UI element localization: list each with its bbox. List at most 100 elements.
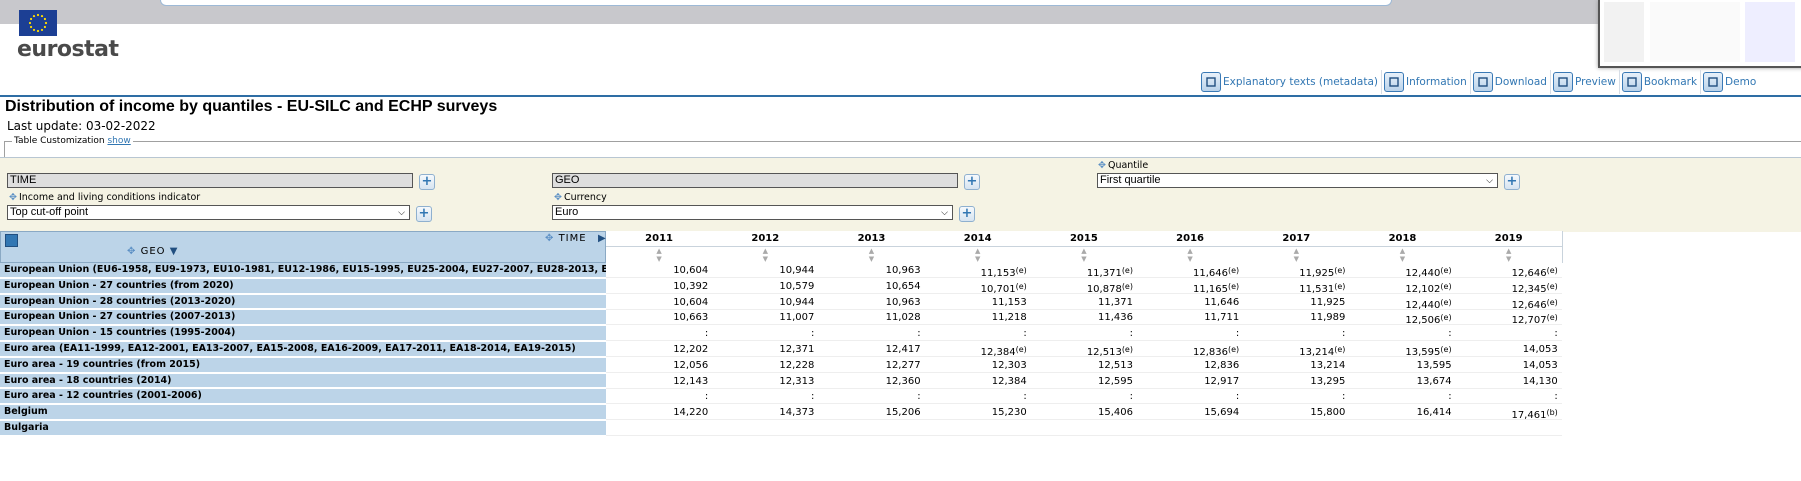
sort-arrows-icon[interactable]: ▲ ▼ <box>1349 247 1457 263</box>
cell-value: 13,214 <box>1299 347 1335 358</box>
move-icon[interactable]: ✥ <box>554 192 562 203</box>
sort-down-icon[interactable]: ▼ <box>170 246 179 257</box>
cell-value: 13,595 <box>1416 359 1452 371</box>
move-icon[interactable]: ✥ <box>9 192 17 203</box>
table-cell: 12,303 <box>924 358 1031 373</box>
sort-arrows-icon[interactable]: ▲ ▼ <box>1455 247 1563 263</box>
flag-note[interactable]: (e) <box>1547 313 1558 322</box>
flag-note[interactable]: (e) <box>1016 345 1027 354</box>
table-customization-legend: Table Customization show <box>12 136 133 146</box>
flag-note[interactable]: (e) <box>1016 282 1027 291</box>
show-customization-link[interactable]: show <box>107 136 130 146</box>
year-header[interactable]: 2019 <box>1455 231 1563 247</box>
flag-note[interactable]: (e) <box>1547 298 1558 307</box>
add-indicator-button[interactable]: + <box>416 206 432 222</box>
quantile-select[interactable]: First quartile ⌵ <box>1097 173 1498 188</box>
cell-value: 10,701 <box>980 283 1016 295</box>
cell-value: 10,944 <box>779 265 815 276</box>
cell-value: : <box>811 328 815 340</box>
bookmark-button[interactable]: Bookmark <box>1618 70 1700 94</box>
header-divider <box>0 95 1801 97</box>
flag-note[interactable]: (e) <box>1228 345 1239 354</box>
year-header[interactable]: 2014 <box>924 231 1032 247</box>
cell-value: 13,674 <box>1416 375 1452 387</box>
information-button[interactable]: Information <box>1380 70 1470 94</box>
table-cell: 15,406 <box>1030 405 1137 421</box>
year-header[interactable]: 2011 <box>606 231 714 247</box>
sort-arrows-icon[interactable]: ▲ ▼ <box>1030 247 1138 263</box>
flag-note[interactable]: (e) <box>1228 282 1239 291</box>
time-dimension-field[interactable]: TIME <box>7 173 413 188</box>
add-quantile-button[interactable]: + <box>1504 174 1520 190</box>
flag-note[interactable]: (e) <box>1547 282 1558 291</box>
flag-note[interactable]: (e) <box>1440 282 1451 291</box>
sort-arrows-icon[interactable]: ▲ ▼ <box>818 247 926 263</box>
year-header[interactable]: 2013 <box>818 231 926 247</box>
cell-value: 10,604 <box>673 265 709 276</box>
year-header[interactable]: 2015 <box>1030 231 1138 247</box>
table-cell: 11,153 <box>924 295 1031 310</box>
add-geo-button[interactable]: + <box>964 174 980 190</box>
download-button[interactable]: Download <box>1469 70 1550 94</box>
currency-select[interactable]: Euro ⌵ <box>552 205 953 220</box>
cell-value: : <box>1342 328 1346 340</box>
cell-value: 10,878 <box>1086 283 1122 295</box>
flag-note[interactable]: (e) <box>1016 266 1027 275</box>
flag-note[interactable]: (e) <box>1122 345 1133 354</box>
sort-arrows-icon[interactable]: ▲ ▼ <box>1243 247 1351 263</box>
cell-value: : <box>1129 328 1133 340</box>
cell-value: 12,506 <box>1405 315 1441 327</box>
sort-arrows-icon[interactable]: ▲ ▼ <box>1137 247 1245 263</box>
flag-note[interactable]: (e) <box>1440 298 1451 307</box>
eurostat-logo[interactable]: eurostat <box>17 37 119 62</box>
geo-axis-label[interactable]: ✥ GEO ▼ <box>127 246 178 257</box>
add-currency-button[interactable]: + <box>959 206 975 222</box>
collapse-icon[interactable] <box>5 234 18 247</box>
cell-value: : <box>704 328 709 340</box>
time-axis-label[interactable]: ✥ TIME <box>545 233 587 244</box>
flag-note[interactable]: (b) <box>1546 408 1557 417</box>
table-cell <box>712 421 819 436</box>
sort-arrows-icon[interactable]: ▲ ▼ <box>606 247 714 263</box>
flag-note[interactable]: (e) <box>1440 266 1451 275</box>
move-icon[interactable]: ✥ <box>545 233 554 244</box>
cell-value: 13,214 <box>1310 359 1346 371</box>
table-cell: : <box>1137 389 1244 405</box>
sort-arrows-icon[interactable]: ▲ ▼ <box>924 247 1032 263</box>
cell-value: : <box>1023 391 1027 403</box>
cell-value: 10,944 <box>779 296 815 308</box>
row-label: Euro area - 18 countries (2014) <box>0 373 606 389</box>
year-header[interactable]: 2012 <box>712 231 820 247</box>
toolbar-label: Preview <box>1574 76 1616 88</box>
cell-value: 11,436 <box>1097 312 1133 324</box>
move-icon[interactable]: ✥ <box>127 246 136 257</box>
move-icon[interactable]: ✥ <box>1098 160 1106 171</box>
flag-note[interactable]: (e) <box>1440 313 1451 322</box>
add-time-button[interactable]: + <box>419 174 435 190</box>
indicator-select[interactable]: Top cut-off point ⌵ <box>7 205 410 220</box>
cell-value: 16,414 <box>1416 407 1452 419</box>
time-arrow-icon[interactable]: ▶ <box>598 233 606 244</box>
flag-note[interactable]: (e) <box>1334 282 1345 291</box>
flag-note[interactable]: (e) <box>1122 282 1133 291</box>
table-cell: 12,513(e) <box>1030 342 1137 358</box>
year-header[interactable]: 2017 <box>1243 231 1351 247</box>
flag-note[interactable]: (e) <box>1440 345 1451 354</box>
cell-value: 11,371 <box>1097 296 1133 308</box>
flag-note[interactable]: (e) <box>1122 266 1133 275</box>
table-cell: 15,694 <box>1137 405 1244 421</box>
flag-note[interactable]: (e) <box>1547 266 1558 275</box>
flag-note[interactable]: (e) <box>1334 266 1345 275</box>
cell-value: 15,800 <box>1310 407 1346 419</box>
flag-note[interactable]: (e) <box>1334 345 1345 354</box>
demo-button[interactable]: Demo <box>1700 70 1759 94</box>
metadata-button[interactable]: Explanatory texts (metadata) <box>1199 70 1381 94</box>
sort-arrows-icon[interactable]: ▲ ▼ <box>712 247 820 263</box>
year-header[interactable]: 2018 <box>1349 231 1457 247</box>
geo-dimension-field[interactable]: GEO <box>552 173 958 188</box>
year-header[interactable]: 2016 <box>1137 231 1245 247</box>
preview-button[interactable]: Preview <box>1549 70 1619 94</box>
cell-value: 11,028 <box>885 312 921 324</box>
row-label: European Union - 28 countries (2013-2020… <box>0 294 606 310</box>
flag-note[interactable]: (e) <box>1228 266 1239 275</box>
